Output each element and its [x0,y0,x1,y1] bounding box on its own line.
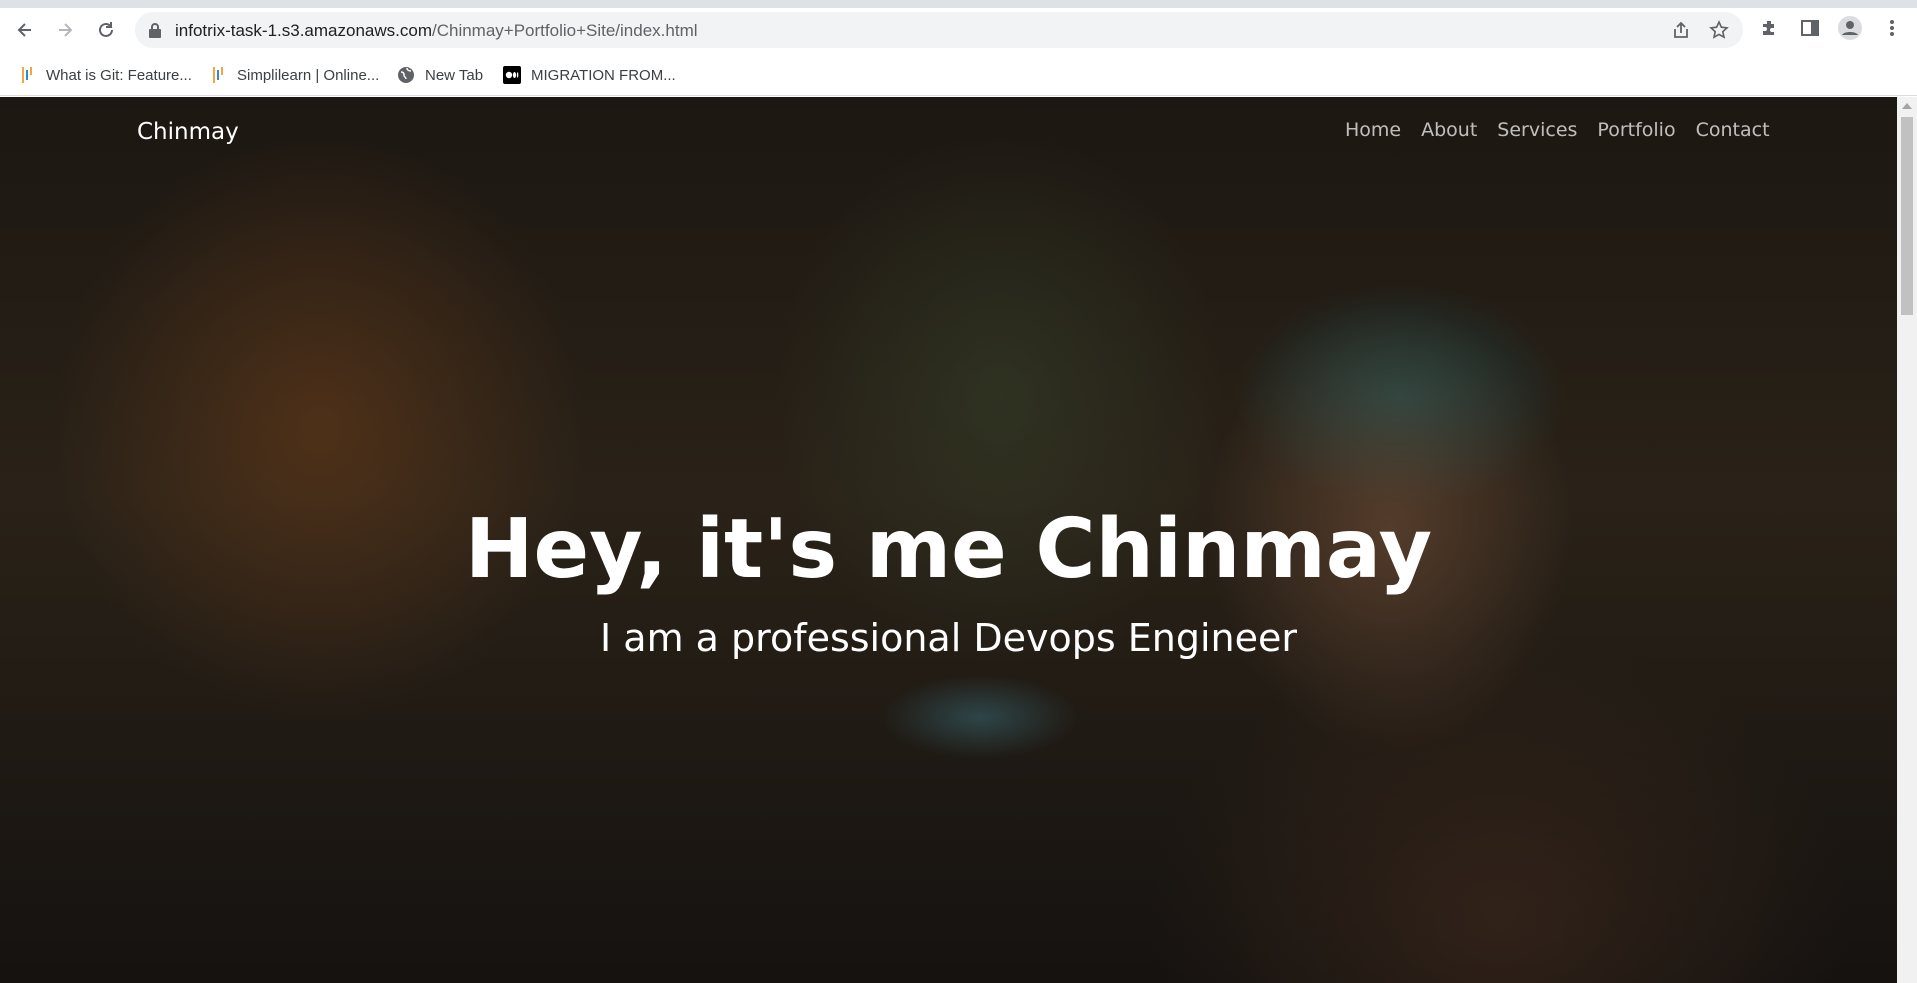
bookmark-item[interactable]: Simplilearn | Online... [209,64,379,86]
nav-home[interactable]: Home [1345,119,1401,141]
share-icon[interactable] [1671,20,1691,40]
bookmark-label: MIGRATION FROM... [531,66,676,84]
bookmarks-bar: What is Git: Feature... Simplilearn | On… [0,52,1917,96]
nav-portfolio[interactable]: Portfolio [1597,119,1675,141]
bookmark-star-icon[interactable] [1709,20,1729,40]
hero-section: Chinmay Home About Services Portfolio Co… [0,97,1897,983]
scroll-up-arrow-icon[interactable] [1902,103,1912,109]
address-bar[interactable]: infotrix-task-1.s3.amazonaws.com/Chinmay… [135,12,1743,48]
site-brand[interactable]: Chinmay [137,119,239,145]
reload-icon [99,22,113,37]
nav-about[interactable]: About [1421,119,1477,141]
extensions-icon[interactable] [1758,16,1782,40]
back-arrow-icon [17,23,31,37]
lock-icon [148,22,162,42]
bookmark-item[interactable]: New Tab [397,64,483,86]
page-scrollbar[interactable] [1897,97,1917,983]
globe-icon [397,66,415,84]
url-path: /Chinmay+Portfolio+Site/index.html [431,21,698,40]
bookmark-item[interactable]: What is Git: Feature... [18,64,192,86]
hero-title: Hey, it's me Chinmay [464,502,1433,597]
kebab-menu-icon[interactable] [1880,16,1904,40]
browser-toolbar: infotrix-task-1.s3.amazonaws.com/Chinmay… [0,8,1917,52]
hero-subtitle: I am a professional Devops Engineer [600,616,1297,660]
bookmark-label: What is Git: Feature... [46,66,192,84]
back-button[interactable] [11,16,39,44]
simplilearn-icon [18,66,36,84]
url-host: infotrix-task-1.s3.amazonaws.com [175,21,432,40]
forward-arrow-icon [59,23,73,37]
tab-strip [0,0,1917,8]
bookmark-label: New Tab [425,66,484,84]
medium-icon [503,66,521,84]
url-text: infotrix-task-1.s3.amazonaws.com/Chinmay… [175,21,698,41]
simplilearn-icon [209,66,227,84]
nav-services[interactable]: Services [1497,119,1577,141]
bookmark-item[interactable]: MIGRATION FROM... [503,64,676,86]
scrollbar-thumb[interactable] [1901,117,1913,315]
side-panel-icon[interactable] [1798,16,1822,40]
forward-button[interactable] [51,16,79,44]
site-nav: Home About Services Portfolio Contact [1345,119,1770,141]
reload-button[interactable] [92,16,120,44]
bookmark-label: Simplilearn | Online... [237,66,380,84]
profile-avatar-icon[interactable] [1838,16,1862,40]
nav-contact[interactable]: Contact [1696,119,1770,141]
